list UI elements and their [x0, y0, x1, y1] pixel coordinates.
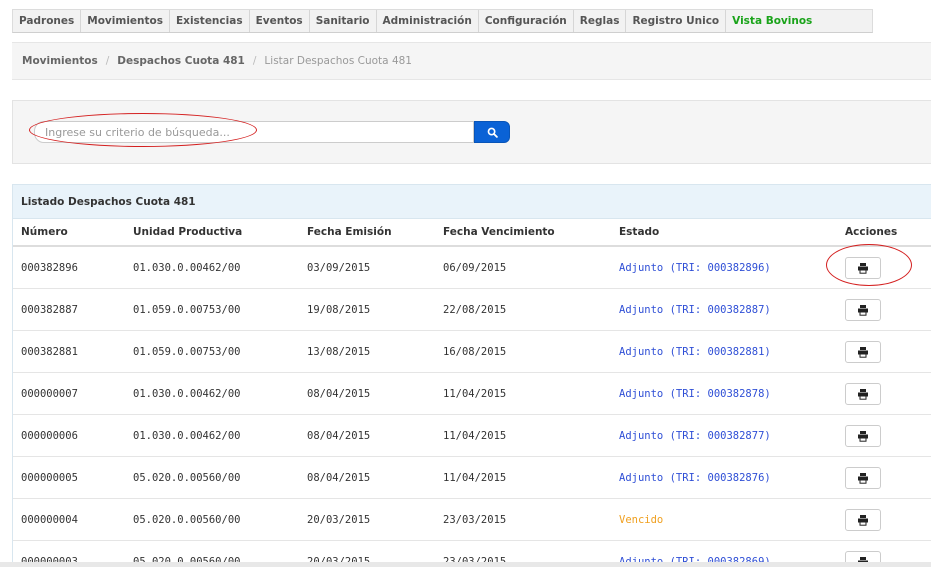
- column-header-estado[interactable]: Estado: [611, 219, 837, 247]
- despachos-table: Número Unidad Productiva Fecha Emisión F…: [13, 219, 931, 566]
- print-button[interactable]: [845, 508, 881, 531]
- printer-icon: [858, 262, 868, 274]
- despachos-panel: Listado Despachos Cuota 481 Número Unida…: [12, 184, 931, 567]
- print-button[interactable]: [845, 466, 881, 489]
- nav-item-registro-unico[interactable]: Registro Unico: [626, 10, 727, 32]
- cell-estado[interactable]: Adjunto (TRI: 000382881): [611, 330, 837, 373]
- top-nav: Padrones Movimientos Existencias Eventos…: [12, 9, 874, 33]
- printer-icon: [858, 304, 868, 316]
- cell-acciones: [837, 456, 931, 499]
- page: Padrones Movimientos Existencias Eventos…: [0, 0, 931, 567]
- cell-fecha-emision: 03/09/2015: [299, 246, 435, 289]
- breadcrumb-separator: /: [105, 55, 110, 67]
- table-row: 000000005 05.020.0.00560/00 08/04/2015 1…: [13, 456, 931, 499]
- bottom-scroll-strip: [0, 562, 931, 567]
- breadcrumb-movimientos[interactable]: Movimientos: [22, 55, 98, 67]
- breadcrumb-separator: /: [252, 55, 257, 67]
- table-row: 000000007 01.030.0.00462/00 08/04/2015 1…: [13, 372, 931, 415]
- cell-numero: 000382887: [13, 288, 125, 331]
- cell-fecha-emision: 08/04/2015: [299, 456, 435, 499]
- cell-unidad-productiva: 01.030.0.00462/00: [125, 246, 299, 289]
- cell-numero: 000000005: [13, 456, 125, 499]
- print-button[interactable]: [845, 340, 881, 363]
- cell-estado[interactable]: Adjunto (TRI: 000382877): [611, 414, 837, 457]
- cell-fecha-emision: 19/08/2015: [299, 288, 435, 331]
- cell-acciones: [837, 414, 931, 457]
- cell-fecha-vencimiento: 22/08/2015: [435, 288, 611, 331]
- printer-icon: [858, 430, 868, 442]
- nav-item-padrones[interactable]: Padrones: [13, 10, 82, 32]
- search-icon: [487, 127, 498, 138]
- table-row: 000382881 01.059.0.00753/00 13/08/2015 1…: [13, 330, 931, 373]
- printer-icon: [858, 346, 868, 358]
- table-row: 000000006 01.030.0.00462/00 08/04/2015 1…: [13, 414, 931, 457]
- cell-unidad-productiva: 01.030.0.00462/00: [125, 372, 299, 415]
- nav-item-existencias[interactable]: Existencias: [170, 10, 250, 32]
- cell-unidad-productiva: 01.030.0.00462/00: [125, 414, 299, 457]
- table-row: 000382896 01.030.0.00462/00 03/09/2015 0…: [13, 246, 931, 289]
- table-body: 000382896 01.030.0.00462/00 03/09/2015 0…: [13, 246, 931, 566]
- cell-fecha-vencimiento: 23/03/2015: [435, 498, 611, 541]
- cell-estado[interactable]: Adjunto (TRI: 000382887): [611, 288, 837, 331]
- nav-item-configuracion[interactable]: Configuración: [479, 10, 574, 32]
- cell-numero: 000000004: [13, 498, 125, 541]
- column-header-fecha-vencimiento[interactable]: Fecha Vencimiento: [435, 219, 611, 247]
- cell-estado[interactable]: Adjunto (TRI: 000382896): [611, 246, 837, 289]
- cell-numero: 000382881: [13, 330, 125, 373]
- cell-unidad-productiva: 05.020.0.00560/00: [125, 456, 299, 499]
- nav-item-eventos[interactable]: Eventos: [250, 10, 310, 32]
- column-header-unidad-productiva[interactable]: Unidad Productiva: [125, 219, 299, 247]
- breadcrumb: Movimientos / Despachos Cuota 481 / List…: [12, 42, 931, 80]
- cell-unidad-productiva: 01.059.0.00753/00: [125, 330, 299, 373]
- nav-item-vista-bovinos[interactable]: Vista Bovinos: [726, 10, 872, 32]
- cell-fecha-emision: 13/08/2015: [299, 330, 435, 373]
- table-row: 000382887 01.059.0.00753/00 19/08/2015 2…: [13, 288, 931, 331]
- print-button[interactable]: [845, 424, 881, 447]
- nav-item-movimientos[interactable]: Movimientos: [81, 10, 170, 32]
- cell-fecha-emision: 08/04/2015: [299, 372, 435, 415]
- printer-icon: [858, 388, 868, 400]
- print-button[interactable]: [845, 256, 881, 279]
- cell-numero: 000000007: [13, 372, 125, 415]
- column-header-fecha-emision[interactable]: Fecha Emisión: [299, 219, 435, 247]
- cell-fecha-vencimiento: 11/04/2015: [435, 414, 611, 457]
- cell-unidad-productiva: 05.020.0.00560/00: [125, 498, 299, 541]
- cell-unidad-productiva: 01.059.0.00753/00: [125, 288, 299, 331]
- cell-numero: 000382896: [13, 246, 125, 289]
- cell-acciones: [837, 246, 931, 289]
- nav-item-reglas[interactable]: Reglas: [574, 10, 627, 32]
- table-header-row: Número Unidad Productiva Fecha Emisión F…: [13, 219, 931, 247]
- breadcrumb-despachos[interactable]: Despachos Cuota 481: [117, 55, 245, 67]
- print-button[interactable]: [845, 298, 881, 321]
- nav-item-sanitario[interactable]: Sanitario: [310, 10, 377, 32]
- cell-acciones: [837, 330, 931, 373]
- nav-item-administracion[interactable]: Administración: [377, 10, 479, 32]
- panel-title: Listado Despachos Cuota 481: [13, 185, 931, 219]
- printer-icon: [858, 472, 868, 484]
- breadcrumb-current: Listar Despachos Cuota 481: [264, 55, 412, 67]
- cell-estado[interactable]: Adjunto (TRI: 000382876): [611, 456, 837, 499]
- search-button[interactable]: [474, 121, 510, 143]
- cell-acciones: [837, 288, 931, 331]
- column-header-numero[interactable]: Número: [13, 219, 125, 247]
- search-panel: [12, 100, 931, 164]
- cell-fecha-emision: 08/04/2015: [299, 414, 435, 457]
- print-button[interactable]: [845, 382, 881, 405]
- cell-fecha-emision: 20/03/2015: [299, 498, 435, 541]
- printer-icon: [858, 514, 868, 526]
- cell-estado[interactable]: Adjunto (TRI: 000382878): [611, 372, 837, 415]
- cell-fecha-vencimiento: 06/09/2015: [435, 246, 611, 289]
- cell-numero: 000000006: [13, 414, 125, 457]
- cell-fecha-vencimiento: 11/04/2015: [435, 456, 611, 499]
- cell-acciones: [837, 498, 931, 541]
- table-row: 000000004 05.020.0.00560/00 20/03/2015 2…: [13, 498, 931, 541]
- cell-estado: Vencido: [611, 498, 837, 541]
- cell-fecha-vencimiento: 11/04/2015: [435, 372, 611, 415]
- column-header-acciones: Acciones: [837, 219, 931, 247]
- cell-acciones: [837, 372, 931, 415]
- search-input[interactable]: [34, 121, 474, 143]
- cell-fecha-vencimiento: 16/08/2015: [435, 330, 611, 373]
